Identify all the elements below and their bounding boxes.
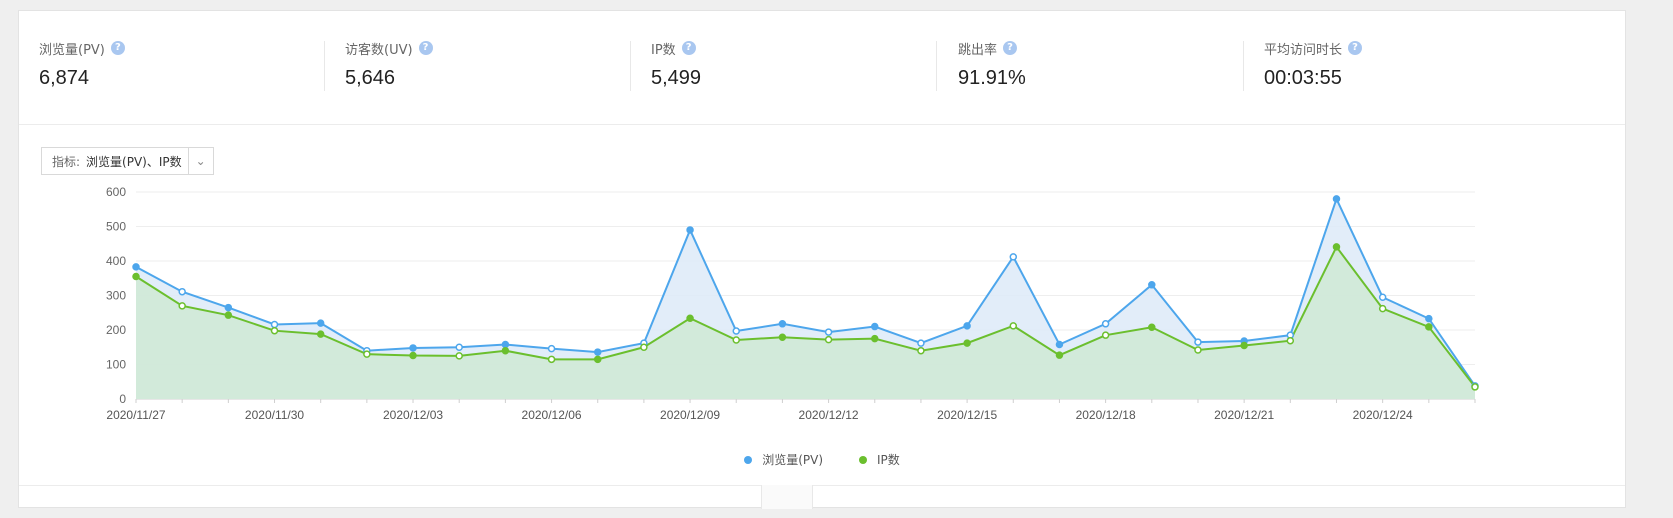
x-tick-label: 2020/12/12 — [799, 408, 859, 422]
x-tick-label: 2020/11/30 — [245, 408, 304, 422]
data-point-0 — [224, 303, 233, 312]
data-point-0 — [1425, 314, 1433, 323]
data-point-1 — [1378, 304, 1387, 313]
data-point-0 — [547, 344, 556, 353]
x-tick-label: 2020/12/09 — [660, 408, 720, 422]
data-point-1 — [732, 336, 740, 344]
data-point-0 — [593, 348, 602, 356]
data-point-0 — [778, 320, 787, 328]
data-point-0 — [1194, 338, 1202, 346]
data-point-1 — [1332, 243, 1341, 251]
x-tick-label: 2020/12/03 — [383, 408, 443, 422]
data-point-0 — [1009, 253, 1018, 261]
data-point-1 — [363, 350, 371, 358]
x-tick-label: 2020/12/21 — [1214, 408, 1274, 422]
data-point-0 — [501, 340, 510, 349]
data-point-1 — [455, 352, 463, 360]
data-point-1 — [963, 339, 971, 347]
legend-label: 浏览量(PV) — [762, 453, 824, 467]
data-point-0 — [686, 226, 694, 234]
data-point-0 — [1148, 281, 1156, 289]
x-tick-label: 2020/12/18 — [1076, 408, 1136, 422]
data-point-1 — [501, 346, 510, 355]
data-point-1 — [778, 333, 787, 341]
data-point-1 — [871, 334, 879, 343]
data-point-0 — [824, 328, 833, 336]
data-point-1 — [1471, 383, 1479, 391]
data-point-1 — [1009, 322, 1018, 330]
data-point-0 — [132, 263, 140, 271]
data-point-0 — [270, 320, 279, 329]
data-point-0 — [409, 344, 417, 352]
data-point-0 — [963, 322, 971, 330]
x-tick-label: 2020/12/06 — [522, 408, 582, 422]
data-point-1 — [224, 311, 233, 319]
legend-marker-icon — [859, 455, 868, 464]
legend-marker-icon — [744, 455, 753, 464]
data-point-1 — [824, 335, 833, 344]
data-point-0 — [917, 339, 925, 347]
x-tick-label: 2020/12/15 — [937, 408, 997, 422]
data-point-1 — [547, 355, 556, 364]
x-tick-label: 2020/11/27 — [106, 408, 165, 422]
data-point-1 — [178, 302, 186, 310]
y-tick-label: 500 — [106, 220, 126, 234]
data-point-1 — [1286, 336, 1295, 345]
y-tick-label: 300 — [106, 289, 126, 303]
data-point-1 — [132, 272, 140, 281]
y-tick-label: 600 — [106, 185, 126, 199]
chart-legend: 浏览量(PV) IP数 — [19, 451, 1625, 468]
data-point-0 — [1055, 340, 1064, 349]
data-point-1 — [686, 314, 694, 323]
data-point-0 — [316, 319, 325, 327]
data-point-1 — [1148, 323, 1156, 331]
data-point-0 — [178, 287, 186, 296]
legend-item-pv[interactable]: 浏览量(PV) — [744, 451, 823, 468]
data-point-1 — [316, 330, 325, 338]
data-point-0 — [455, 343, 463, 351]
y-tick-label: 100 — [106, 358, 126, 372]
data-point-1 — [1101, 331, 1110, 339]
data-point-1 — [1240, 341, 1248, 350]
data-point-1 — [593, 355, 602, 364]
trend-chart: 0 100 200 300 400 500 600 2020/11/27 2020/11/30 2… — [106, 185, 1479, 422]
x-tick-label: 2020/12/24 — [1353, 408, 1413, 422]
data-point-1 — [917, 346, 925, 355]
dashboard-card: 浏览量(PV)? 6,874 访客数(UV)? 5,646 IP数? 5,499… — [18, 10, 1626, 509]
data-point-0 — [1332, 195, 1341, 203]
data-point-0 — [871, 322, 879, 331]
y-tick-label: 200 — [106, 323, 126, 337]
data-point-1 — [1055, 351, 1064, 359]
divider — [19, 485, 1625, 486]
data-point-0 — [732, 327, 740, 335]
y-tick-label: 0 — [119, 392, 126, 406]
legend-label: IP数 — [877, 453, 900, 467]
bottom-tab[interactable] — [761, 485, 813, 509]
data-point-0 — [1101, 320, 1110, 328]
series-area-1 — [136, 246, 1475, 399]
data-point-1 — [409, 351, 417, 360]
data-point-1 — [1194, 346, 1202, 354]
y-tick-label: 400 — [106, 254, 126, 268]
data-point-1 — [270, 326, 279, 335]
data-point-0 — [1378, 293, 1387, 301]
data-point-1 — [1425, 323, 1433, 331]
legend-item-ip[interactable]: IP数 — [859, 451, 900, 468]
data-point-1 — [640, 343, 648, 351]
